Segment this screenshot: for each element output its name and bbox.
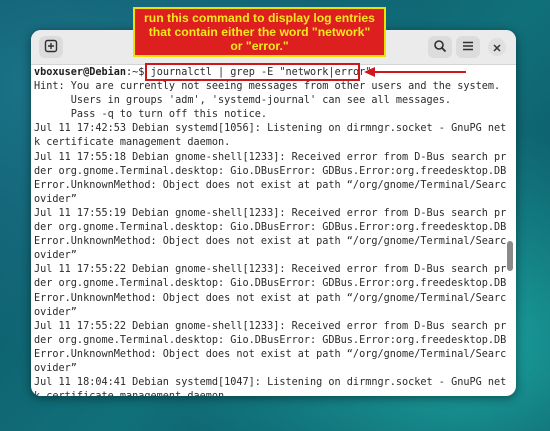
- output-line: Pass -q to turn off this notice.: [34, 109, 268, 121]
- output-line: Error.UnknownMethod: Object does not exi…: [34, 236, 506, 248]
- output-line: der org.gnome.Terminal.desktop: Gio.DBus…: [34, 222, 506, 234]
- scrollbar-thumb[interactable]: [507, 241, 513, 271]
- close-button[interactable]: [488, 38, 506, 56]
- output-line: Users in groups 'adm', 'systemd-journal'…: [34, 95, 452, 107]
- prompt-user: vboxuser@Debian: [34, 67, 127, 78]
- output-line: Hint: You are currently not seeing messa…: [34, 81, 501, 93]
- output-line: k certificate management daemon.: [34, 390, 506, 396]
- output-line: Jul 11 17:55:18 Debian gnome-shell[1233]…: [34, 151, 506, 163]
- close-icon: [492, 38, 502, 57]
- annotation-callout: run this command to display log entries …: [133, 7, 386, 57]
- output-line: der org.gnome.Terminal.desktop: Gio.DBus…: [34, 165, 506, 177]
- new-tab-button[interactable]: [39, 36, 63, 58]
- output-line: Jul 11 17:42:53 Debian systemd[1056]: Li…: [34, 123, 506, 135]
- output-line: ovider”: [34, 306, 77, 318]
- output-line: der org.gnome.Terminal.desktop: Gio.DBus…: [34, 278, 506, 290]
- output-line: Error.UnknownMethod: Object does not exi…: [34, 179, 506, 191]
- output-line: Error.UnknownMethod: Object does not exi…: [34, 292, 506, 304]
- output-line: Jul 11 18:04:41 Debian systemd[1047]: Li…: [34, 377, 506, 389]
- new-tab-icon: [44, 38, 58, 57]
- hamburger-menu-icon: [461, 38, 475, 57]
- output-line: Jul 11 17:55:19 Debian gnome-shell[1233]…: [34, 207, 506, 219]
- terminal-output[interactable]: vboxuser@Debian:~$ journalctl | grep -E …: [31, 65, 506, 396]
- output-line: Jul 11 17:55:22 Debian gnome-shell[1233]…: [34, 320, 506, 332]
- output-line: ovider”: [34, 193, 77, 205]
- output-line: ovider”: [34, 250, 77, 262]
- search-button[interactable]: [428, 36, 452, 58]
- callout-line-3: or "error.": [230, 39, 289, 53]
- command-highlight-box: [145, 63, 360, 81]
- annotation-arrow: [374, 71, 466, 73]
- search-icon: [433, 38, 447, 57]
- callout-line-2: that contain either the word "network": [148, 25, 371, 39]
- menu-button[interactable]: [456, 36, 480, 58]
- output-line: Error.UnknownMethod: Object does not exi…: [34, 348, 506, 360]
- terminal-window: vboxuser@Debian:~$ journalctl | grep -E …: [31, 30, 516, 396]
- arrow-head-icon: [364, 67, 375, 77]
- scrollbar[interactable]: [507, 65, 514, 396]
- output-line: ovider”: [34, 362, 77, 374]
- output-line: Jul 11 17:55:22 Debian gnome-shell[1233]…: [34, 264, 506, 276]
- output-line: k certificate management daemon.: [34, 137, 231, 149]
- callout-line-1: run this command to display log entries: [144, 11, 375, 25]
- output-lines: Hint: You are currently not seeing messa…: [34, 80, 506, 396]
- output-line: der org.gnome.Terminal.desktop: Gio.DBus…: [34, 334, 506, 346]
